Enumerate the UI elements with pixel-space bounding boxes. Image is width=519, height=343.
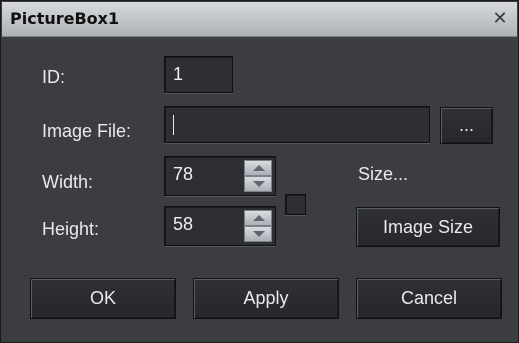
height-stepper[interactable] — [244, 208, 272, 244]
arrow-up-icon — [253, 165, 265, 171]
aspect-ratio-checkbox[interactable] — [285, 194, 306, 215]
text-caret — [173, 115, 174, 136]
arrow-up-icon — [253, 215, 265, 221]
width-increment-button[interactable] — [244, 160, 272, 176]
arrow-down-icon — [253, 231, 265, 237]
id-label: ID: — [42, 67, 66, 87]
arrow-down-icon — [253, 181, 265, 187]
size-label: Size... — [358, 164, 409, 184]
close-icon[interactable]: ✕ — [491, 10, 509, 28]
width-stepper[interactable] — [244, 158, 272, 194]
id-field[interactable]: 1 — [164, 56, 233, 93]
height-increment-button[interactable] — [244, 210, 272, 226]
image-size-button[interactable]: Image Size — [356, 207, 500, 247]
apply-button[interactable]: Apply — [193, 278, 339, 319]
ok-button[interactable]: OK — [30, 278, 176, 319]
picturebox-dialog: PictureBox1 ✕ ID: 1 Image File: ... Widt… — [0, 0, 519, 343]
browse-button[interactable]: ... — [440, 107, 493, 144]
title-bar[interactable]: PictureBox1 ✕ — [2, 2, 517, 37]
dialog-title: PictureBox1 — [10, 9, 120, 28]
height-decrement-button[interactable] — [244, 226, 272, 242]
height-label: Height: — [42, 219, 100, 239]
image-file-field[interactable] — [164, 106, 430, 143]
image-file-label: Image File: — [42, 121, 132, 141]
cancel-button[interactable]: Cancel — [356, 278, 502, 319]
width-label: Width: — [42, 172, 94, 192]
width-decrement-button[interactable] — [244, 176, 272, 192]
